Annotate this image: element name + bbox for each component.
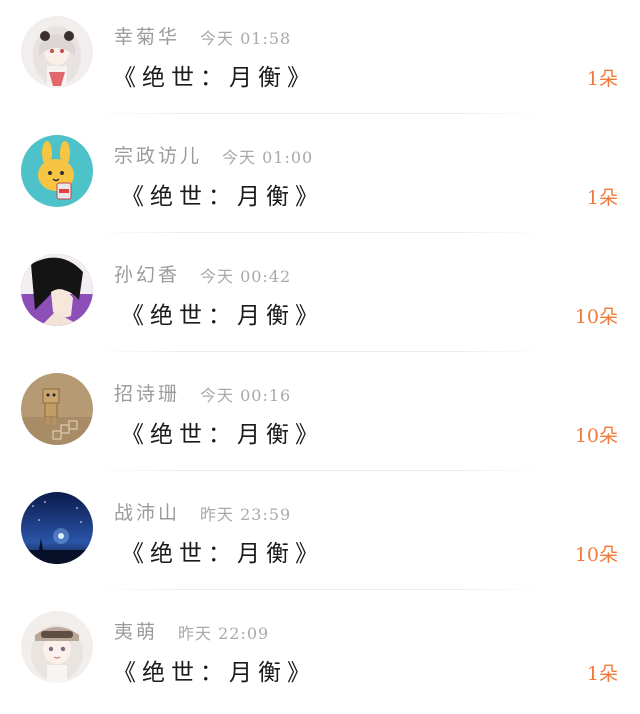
sender-name: 战沛山 [114,502,181,524]
flower-count: 10朵 [574,544,618,566]
list-item[interactable]: 招诗珊 今天 00:16 《绝世：月衡》 10朵 [0,357,640,476]
cardboard-robot-avatar[interactable] [21,373,93,445]
divider [95,113,545,114]
flower-count: 10朵 [574,425,618,447]
gift-message: 《绝世：月衡》 [121,422,324,448]
starry-night-avatar[interactable] [21,492,93,564]
sent-time: 昨天 22:09 [178,624,270,643]
gift-message: 《绝世：月衡》 [113,660,316,686]
anime-girl-goggles-avatar[interactable] [21,611,93,683]
sent-time: 昨天 23:59 [200,505,292,524]
divider [95,589,545,590]
gift-list: 幸菊华 今天 01:58 《绝世：月衡》 1朵 宗政访儿 今天 01:00 《绝… [0,0,640,709]
anime-boy-dark-hair-avatar[interactable] [21,254,93,326]
divider [95,232,545,233]
list-item[interactable]: 孙幻香 今天 00:42 《绝世：月衡》 10朵 [0,238,640,357]
flower-count: 10朵 [574,306,618,328]
list-item[interactable]: 夷萌 昨天 22:09 《绝世：月衡》 1朵 [0,595,640,714]
gift-message: 《绝世：月衡》 [121,184,324,210]
flower-count: 1朵 [586,187,618,209]
list-item[interactable]: 宗政访儿 今天 01:00 《绝世：月衡》 1朵 [0,119,640,238]
gift-message: 《绝世：月衡》 [121,541,324,567]
sender-name: 夷萌 [114,621,159,643]
sender-name: 宗政访儿 [114,145,203,167]
gift-message: 《绝世：月衡》 [121,303,324,329]
list-item[interactable]: 幸菊华 今天 01:58 《绝世：月衡》 1朵 [0,0,640,119]
anime-girl-white-hair-avatar[interactable] [21,16,93,88]
sent-time: 今天 00:16 [200,386,292,405]
divider [95,470,545,471]
sent-time: 今天 01:00 [222,148,314,167]
divider [95,351,545,352]
list-item[interactable]: 战沛山 昨天 23:59 《绝世：月衡》 10朵 [0,476,640,595]
sender-name: 幸菊华 [114,26,181,48]
flower-count: 1朵 [586,663,618,685]
sent-time: 今天 00:42 [200,267,292,286]
sender-name: 孙幻香 [114,264,181,286]
cartoon-bunny-avatar[interactable] [21,135,93,207]
gift-message: 《绝世：月衡》 [113,65,316,91]
flower-count: 1朵 [586,68,618,90]
sender-name: 招诗珊 [114,383,181,405]
sent-time: 今天 01:58 [200,29,292,48]
